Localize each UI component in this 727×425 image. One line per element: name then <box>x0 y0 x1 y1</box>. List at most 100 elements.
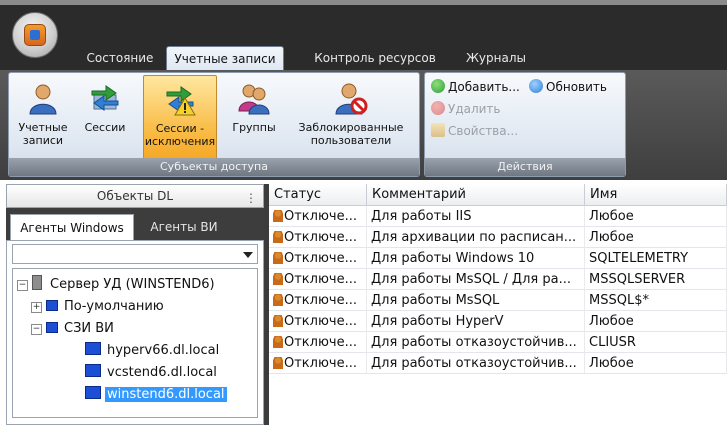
app-menu-button[interactable] <box>12 12 58 58</box>
tab-vi-agents[interactable]: Агенты ВИ <box>136 214 232 240</box>
sessions-icon <box>91 85 119 111</box>
cell-name: CLIUSR <box>585 332 727 353</box>
cell-status-text: Отключе... <box>284 335 357 350</box>
column-header-status[interactable]: Статус <box>269 184 367 206</box>
cell-name: MSSQLSERVER <box>585 269 727 290</box>
panel-grip-icon[interactable]: ⋮ <box>245 187 257 209</box>
groups-label: Группы <box>232 121 276 134</box>
accounts-button[interactable]: Учетные записи <box>13 75 73 159</box>
cell-comment: Для работы HyperV <box>367 311 585 332</box>
cell-name: SQLTELEMETRY <box>585 248 727 269</box>
table-row[interactable]: Отключе... Для архивации по расписан... … <box>269 227 727 248</box>
tree-node-host[interactable]: vcstend6.dl.local <box>85 363 219 383</box>
cell-status-text: Отключе... <box>284 293 357 308</box>
computer-icon <box>85 364 101 377</box>
properties-label: Свойства... <box>448 124 519 138</box>
tree-node-label: СЗИ ВИ <box>64 321 114 336</box>
cell-status: Отключе... <box>269 332 367 353</box>
cell-comment: Для работы отказоустойчив... <box>367 332 585 353</box>
cell-comment: Для архивации по расписан... <box>367 227 585 248</box>
tab-accounts[interactable]: Учетные записи <box>166 46 284 70</box>
app-logo-mark <box>30 30 40 40</box>
blocked-user-icon <box>335 83 368 115</box>
tree-node-server[interactable]: − Сервер УД (WINSTEND6) <box>17 275 217 295</box>
groups-button[interactable]: Группы <box>225 75 283 159</box>
left-panel-title: Объекты DL <box>96 189 174 203</box>
table-row[interactable]: Отключе... Для работы отказоустойчив... … <box>269 353 727 374</box>
ribbon-group-subjects: Учетные записи Сессии Сессии - исключени… <box>8 72 420 177</box>
table-row[interactable]: Отключе... Для работы Windows 10 SQLTELE… <box>269 248 727 269</box>
table-row[interactable]: Отключе... Для работы MsSQL / Для ра... … <box>269 269 727 290</box>
collapse-icon[interactable]: − <box>17 280 28 291</box>
column-header-name[interactable]: Имя <box>585 184 727 206</box>
computer-icon <box>85 342 101 355</box>
tree-node-host[interactable]: hyperv66.dl.local <box>85 341 221 361</box>
chevron-down-icon[interactable] <box>243 252 253 258</box>
delete-icon <box>431 101 445 115</box>
app-logo-icon <box>24 24 46 46</box>
table-row[interactable]: Отключе... Для работы HyperV Любое <box>269 311 727 332</box>
cell-comment: Для работы MsSQL / Для ра... <box>367 269 585 290</box>
cell-status-text: Отключе... <box>284 272 357 287</box>
object-tree: − Сервер УД (WINSTEND6) + По-умолчанию − СЗ… <box>12 268 258 418</box>
blocked-users-button[interactable]: Заблокированные пользователи <box>287 75 415 159</box>
tree-node-label: winstend6.dl.local <box>105 387 227 402</box>
column-header-comment[interactable]: Комментарий <box>367 184 585 206</box>
blocked-users-label: Заблокированные пользователи <box>298 121 404 147</box>
user-icon <box>273 231 283 243</box>
cell-status: Отключе... <box>269 248 367 269</box>
sessions-exceptions-icon <box>166 86 196 116</box>
properties-button[interactable]: Свойства... <box>431 121 518 141</box>
add-button[interactable]: Добавить... <box>431 77 520 97</box>
table-row[interactable]: Отключе... Для работы отказоустойчив... … <box>269 332 727 353</box>
cell-name: MSSQL$* <box>585 290 727 311</box>
user-icon <box>273 210 283 222</box>
cell-status: Отключе... <box>269 269 367 290</box>
tree-node-host-selected[interactable]: winstend6.dl.local <box>85 385 227 405</box>
tree-node-szi-vi[interactable]: − СЗИ ВИ <box>31 319 116 339</box>
accounts-grid: Статус Комментарий Имя Отключе... Для ра… <box>269 184 727 425</box>
user-icon <box>273 336 283 348</box>
delete-button[interactable]: Удалить <box>431 99 501 119</box>
cell-name: Любое <box>585 227 727 248</box>
cell-status: Отключе... <box>269 227 367 248</box>
refresh-button[interactable]: Обновить <box>529 77 607 97</box>
sessions-exceptions-label: Сессии - исключения <box>144 122 216 148</box>
expand-icon[interactable]: + <box>31 302 42 313</box>
filter-combo[interactable] <box>12 244 258 264</box>
cell-status: Отключе... <box>269 206 367 227</box>
cell-status-text: Отключе... <box>284 209 357 224</box>
cell-status: Отключе... <box>269 311 367 332</box>
delete-label: Удалить <box>448 102 501 116</box>
cell-status-text: Отключе... <box>284 230 357 245</box>
user-icon <box>273 273 283 285</box>
tab-windows-agents[interactable]: Агенты Windows <box>10 214 134 240</box>
cell-status-text: Отключе... <box>284 251 357 266</box>
sessions-exceptions-button[interactable]: Сессии - исключения <box>143 75 217 159</box>
tab-resource-control[interactable]: Контроль ресурсов <box>306 46 444 70</box>
cell-status-text: Отключе... <box>284 356 357 371</box>
cell-name: Любое <box>585 353 727 374</box>
ribbon-group-actions: Добавить... Обновить Удалить Свойства...… <box>424 72 626 177</box>
sessions-button[interactable]: Сессии <box>77 75 133 159</box>
cell-comment: Для работы Windows 10 <box>367 248 585 269</box>
tree-node-default[interactable]: + По-умолчанию <box>31 297 166 317</box>
table-row[interactable]: Отключе... Для работы IIS Любое <box>269 206 727 227</box>
cell-name: Любое <box>585 206 727 227</box>
tab-logs[interactable]: Журналы <box>460 46 532 70</box>
computer-icon <box>85 386 101 399</box>
cell-status: Отключе... <box>269 353 367 374</box>
tab-state[interactable]: Состояние <box>78 46 162 70</box>
refresh-icon <box>529 79 543 93</box>
cell-comment: Для работы отказоустойчив... <box>367 353 585 374</box>
user-icon <box>273 252 283 264</box>
server-icon <box>32 275 42 290</box>
tree-node-label: По-умолчанию <box>64 299 164 314</box>
properties-icon <box>431 123 445 137</box>
table-row[interactable]: Отключе... Для работы MsSQL MSSQL$* <box>269 290 727 311</box>
tree-node-label: hyperv66.dl.local <box>107 343 220 358</box>
collapse-icon[interactable]: − <box>31 324 42 335</box>
left-panel-header: Объекты DL ⋮ <box>6 184 264 208</box>
cell-name: Любое <box>585 311 727 332</box>
user-icon <box>273 315 283 327</box>
